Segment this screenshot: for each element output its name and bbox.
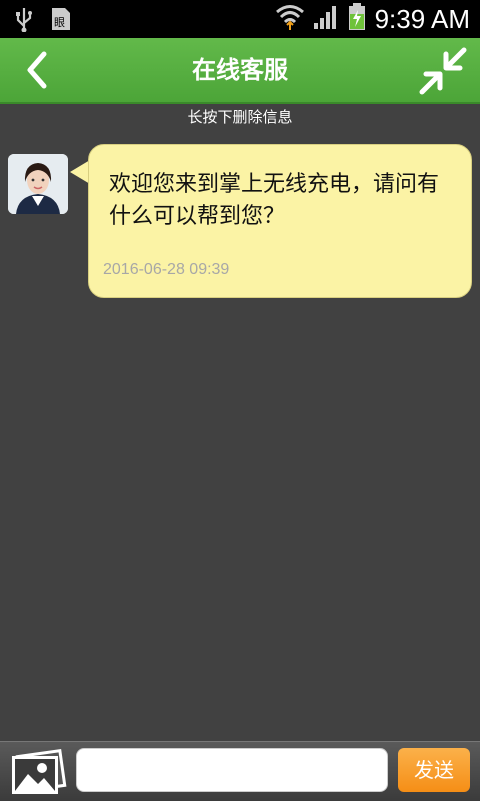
battery-charging-icon xyxy=(347,2,367,36)
signal-icon xyxy=(313,3,339,35)
send-button[interactable]: 发送 xyxy=(398,748,470,792)
header-bar: 在线客服 xyxy=(0,38,480,104)
sim-card-icon: 眼 xyxy=(50,6,72,36)
avatar[interactable] xyxy=(8,154,68,214)
clock: 9:39 AM xyxy=(374,4,470,34)
usb-icon xyxy=(14,6,34,36)
message-text: 欢迎您来到掌上无线充电，请问有什么可以帮到您？ xyxy=(109,172,440,229)
wifi-icon xyxy=(275,3,305,35)
svg-text:眼: 眼 xyxy=(54,16,65,29)
composer-bar: 发送 xyxy=(0,741,480,801)
status-right-icons: 9:39 AM xyxy=(275,2,470,36)
message-bubble[interactable]: 欢迎您来到掌上无线充电，请问有什么可以帮到您？ 2016-06-28 09:39 xyxy=(88,144,472,298)
bubble-tail xyxy=(70,160,90,184)
status-bar: 眼 9:39 AM xyxy=(0,0,480,38)
delete-hint: 长按下删除信息 xyxy=(187,108,293,126)
customer-service-avatar xyxy=(8,154,68,214)
page-title: 在线客服 xyxy=(192,56,288,84)
collapse-button[interactable] xyxy=(418,46,468,96)
collapse-arrows-icon xyxy=(419,47,467,95)
message-timestamp: 2016-06-28 09:39 xyxy=(103,261,230,278)
image-icon xyxy=(12,748,67,794)
status-left-icons: 眼 xyxy=(14,6,72,36)
image-button[interactable] xyxy=(8,748,68,796)
message-input[interactable] xyxy=(76,748,388,792)
